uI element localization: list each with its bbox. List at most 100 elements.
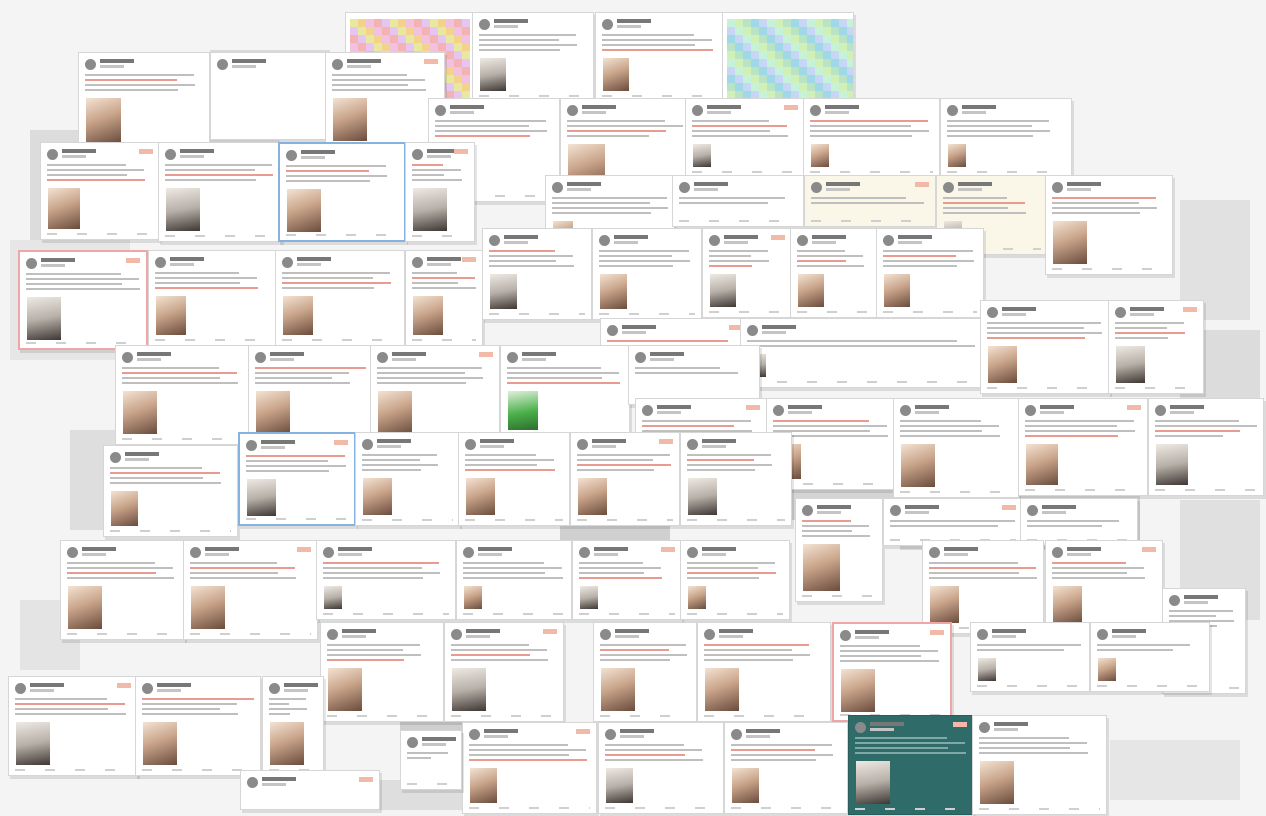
avatar[interactable] <box>323 547 334 558</box>
follow-tag[interactable] <box>334 440 348 445</box>
post-card[interactable] <box>275 250 405 346</box>
username[interactable] <box>270 352 304 356</box>
post-photo[interactable] <box>508 391 538 430</box>
post-action-bar[interactable] <box>605 807 717 809</box>
post-photo[interactable] <box>578 478 607 515</box>
post-card[interactable] <box>355 432 460 526</box>
username[interactable] <box>1112 629 1146 633</box>
post-action-bar[interactable] <box>165 235 275 237</box>
avatar[interactable] <box>451 629 462 640</box>
username[interactable] <box>855 630 889 634</box>
avatar[interactable] <box>810 105 821 116</box>
post-photo[interactable] <box>1116 346 1145 383</box>
post-photo[interactable] <box>1026 444 1058 485</box>
post-action-bar[interactable] <box>407 783 455 785</box>
avatar[interactable] <box>900 405 911 416</box>
avatar[interactable] <box>282 257 293 268</box>
avatar[interactable] <box>110 452 121 463</box>
post-photo[interactable] <box>287 189 321 232</box>
username[interactable] <box>622 325 656 329</box>
post-card[interactable] <box>672 175 804 227</box>
post-card[interactable] <box>472 12 594 102</box>
post-card[interactable] <box>60 540 185 640</box>
post-photo[interactable] <box>1053 221 1087 264</box>
post-action-bar[interactable] <box>246 518 348 520</box>
post-card[interactable] <box>680 540 790 620</box>
username[interactable] <box>100 59 134 63</box>
post-action-bar[interactable] <box>599 313 695 315</box>
username[interactable] <box>478 547 512 551</box>
post-card[interactable] <box>240 770 380 810</box>
username[interactable] <box>205 547 239 551</box>
avatar[interactable] <box>709 235 720 246</box>
avatar[interactable] <box>1052 547 1063 558</box>
post-card[interactable] <box>722 12 854 104</box>
post-card[interactable] <box>1148 398 1264 496</box>
post-card[interactable] <box>320 622 444 722</box>
post-action-bar[interactable] <box>810 171 933 173</box>
post-photo[interactable] <box>705 668 739 711</box>
post-card[interactable] <box>972 715 1107 815</box>
post-action-bar[interactable] <box>142 769 254 771</box>
username[interactable] <box>1170 405 1204 409</box>
post-action-bar[interactable] <box>67 633 178 635</box>
post-card[interactable] <box>1045 175 1173 275</box>
post-action-bar[interactable] <box>489 313 585 315</box>
avatar[interactable] <box>165 149 176 160</box>
post-photo[interactable] <box>884 274 910 307</box>
avatar[interactable] <box>469 729 480 740</box>
post-photo[interactable] <box>1156 444 1188 485</box>
follow-tag[interactable] <box>915 182 929 187</box>
follow-tag[interactable] <box>1142 547 1156 552</box>
post-card[interactable] <box>248 345 373 445</box>
post-photo[interactable] <box>803 544 840 591</box>
post-photo[interactable] <box>333 98 367 141</box>
post-action-bar[interactable] <box>451 715 557 717</box>
post-action-bar[interactable] <box>855 808 967 810</box>
post-card[interactable] <box>593 622 697 722</box>
post-card[interactable] <box>1090 622 1210 692</box>
username[interactable] <box>905 505 939 509</box>
avatar[interactable] <box>26 258 37 269</box>
avatar[interactable] <box>731 729 742 740</box>
avatar[interactable] <box>362 439 373 450</box>
avatar[interactable] <box>602 19 613 30</box>
follow-tag[interactable] <box>771 235 785 240</box>
post-card[interactable] <box>980 300 1110 394</box>
post-action-bar[interactable] <box>323 613 449 615</box>
post-card[interactable] <box>1108 300 1204 394</box>
post-action-bar[interactable] <box>412 235 468 237</box>
post-card[interactable] <box>158 142 282 242</box>
avatar[interactable] <box>811 182 822 193</box>
avatar[interactable] <box>929 547 940 558</box>
username[interactable] <box>480 439 514 443</box>
follow-tag[interactable] <box>930 630 944 635</box>
username[interactable] <box>594 547 628 551</box>
post-action-bar[interactable] <box>190 633 311 635</box>
post-card[interactable] <box>883 498 1023 546</box>
avatar[interactable] <box>802 505 813 516</box>
username[interactable] <box>261 440 295 444</box>
post-action-bar[interactable] <box>731 807 841 809</box>
username[interactable] <box>958 182 992 186</box>
post-card[interactable] <box>790 228 880 318</box>
username[interactable] <box>615 629 649 633</box>
username[interactable] <box>342 629 376 633</box>
post-action-bar[interactable] <box>577 519 673 521</box>
post-action-bar[interactable] <box>479 95 587 97</box>
username[interactable] <box>567 182 601 186</box>
avatar[interactable] <box>1155 405 1166 416</box>
post-action-bar[interactable] <box>602 95 716 97</box>
post-action-bar[interactable] <box>465 519 563 521</box>
post-card[interactable] <box>1020 498 1138 546</box>
avatar[interactable] <box>465 439 476 450</box>
avatar[interactable] <box>943 182 954 193</box>
post-card[interactable] <box>262 676 324 776</box>
post-card[interactable] <box>183 540 318 640</box>
avatar[interactable] <box>332 59 343 70</box>
avatar[interactable] <box>883 235 894 246</box>
follow-tag[interactable] <box>297 547 311 552</box>
avatar[interactable] <box>840 630 851 641</box>
username[interactable] <box>1067 182 1101 186</box>
username[interactable] <box>125 452 159 456</box>
